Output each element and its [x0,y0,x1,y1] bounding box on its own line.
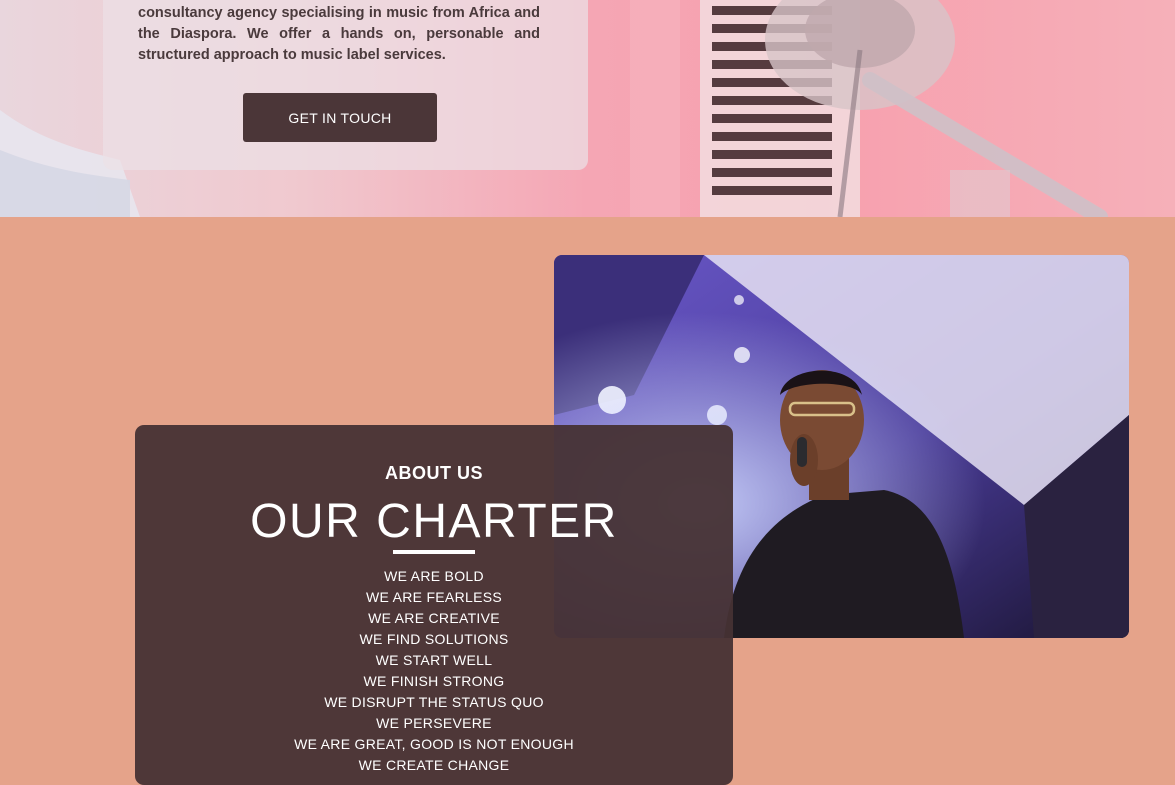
charter-values-list: WE ARE BOLD WE ARE FEARLESS WE ARE CREAT… [135,566,733,776]
charter-title: OUR CHARTER [250,495,618,548]
charter-value: WE PERSEVERE [376,715,492,731]
charter-value: WE ARE BOLD [384,568,484,584]
charter-value: WE START WELL [375,652,493,668]
intro-paragraph: consultancy agency specialising in music… [138,5,540,63]
charter-value: WE FINISH STRONG [363,673,505,689]
charter-value: WE ARE GREAT, GOOD IS NOT ENOUGH [294,736,574,752]
charter-card: ABOUT US OUR CHARTER WE ARE BOLD WE ARE … [135,425,733,785]
title-underline-divider [393,550,475,554]
charter-value: WE CREATE CHANGE [358,757,510,773]
charter-value: WE DISRUPT THE STATUS QUO [324,694,544,710]
about-us-eyebrow: ABOUT US [385,463,483,483]
get-in-touch-button[interactable]: GET IN TOUCH [243,93,437,142]
charter-value: WE ARE FEARLESS [366,589,502,605]
charter-value: WE ARE CREATIVE [368,610,500,626]
hero-section: consultancy agency specialising in music… [0,0,1175,217]
charter-value: WE FIND SOLUTIONS [359,631,509,647]
